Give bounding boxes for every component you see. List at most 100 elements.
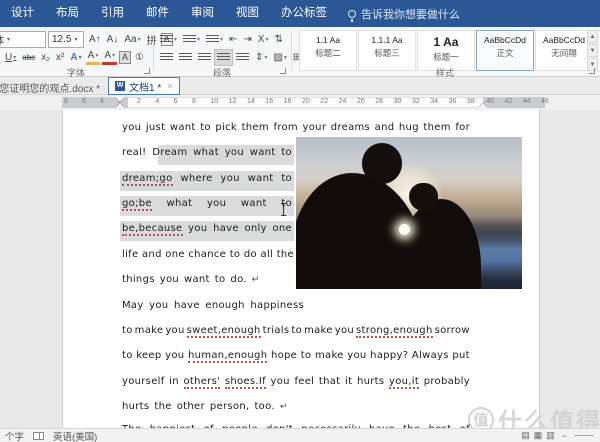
ribbon-tab[interactable]: 引用 — [90, 0, 135, 27]
styles-dialog-launcher[interactable] — [589, 68, 595, 74]
asian-layout-icon[interactable]: X▾ — [256, 32, 271, 47]
text-line[interactable]: be,becauseyouhaveonlyone — [122, 223, 292, 237]
horizontal-ruler[interactable]: 8642246810121416182022242628303234363840… — [0, 95, 600, 110]
close-icon[interactable]: × — [167, 81, 172, 91]
word: to — [122, 325, 133, 336]
style-item-标题一[interactable]: 1 Aa标题一 — [417, 30, 475, 71]
text-line[interactable]: tokeepyouhuman,enoughhopetomakeyouhappy?… — [122, 350, 470, 364]
enclose-characters-icon[interactable]: ① — [133, 50, 146, 65]
style-gallery-down-icon[interactable]: ▼ — [587, 44, 598, 57]
text-line[interactable]: lifeandonechancetodoallthe — [122, 249, 294, 263]
word: to — [215, 274, 226, 285]
text-line[interactable]: thingsyouwanttodo.↵ — [122, 274, 292, 288]
ribbon-tab[interactable]: 视图 — [225, 0, 270, 27]
font-color-icon[interactable]: A▾ — [102, 50, 117, 65]
word: want — [170, 122, 196, 133]
shading-icon[interactable]: ▨▾ — [271, 50, 288, 65]
shrink-font-icon[interactable]: A↓ — [105, 32, 121, 47]
word: have — [174, 300, 200, 311]
ruler-number: 14 — [247, 98, 255, 105]
zoom-slider[interactable] — [574, 435, 594, 436]
word: Always — [412, 350, 449, 361]
ribbon: 校体▾ 12.5▾ A↑A↓Aa▾拼A U▾abcx₂x²A▾A▾A▾A① 字体… — [0, 27, 600, 77]
bullets-icon[interactable]: ▾ — [158, 32, 179, 47]
language-label[interactable]: 英语(美国) — [53, 429, 97, 442]
style-item-标题三[interactable]: 1.1.1 Aa标题三 — [358, 30, 416, 71]
word: trials — [263, 325, 290, 336]
ruler-number: 34 — [430, 98, 438, 105]
paragraph-mark: ↵ — [280, 402, 288, 412]
change-case-icon[interactable]: Aa▾ — [122, 32, 142, 47]
word-doc-icon: W — [115, 81, 125, 91]
highlight-color-icon[interactable]: A▾ — [86, 50, 101, 65]
hanging-indent-marker[interactable] — [116, 103, 124, 108]
align-center-icon[interactable] — [177, 50, 194, 65]
strikethrough-icon[interactable]: abc — [20, 50, 37, 65]
document-image[interactable] — [296, 137, 522, 289]
style-gallery-up-icon[interactable]: ▲ — [587, 30, 598, 43]
line-spacing-icon[interactable]: ⇕▾ — [253, 50, 269, 65]
ruler-number: 4 — [100, 98, 104, 105]
align-left-icon — [160, 53, 173, 62]
document-tab-active[interactable]: W 文档1 * × — [108, 77, 180, 95]
ribbon-tab[interactable]: 设计 — [0, 0, 45, 27]
increase-indent-icon[interactable]: ⇥ — [241, 32, 253, 47]
text-line[interactable]: hurtstheotherperson,too.↵ — [122, 401, 470, 415]
paragraph-row1: ▾▾▾⇤⇥X▾⇅ — [157, 31, 286, 47]
subscript-icon[interactable]: x₂ — [39, 50, 52, 65]
paragraph-dialog-launcher[interactable] — [280, 68, 286, 74]
text-line[interactable]: go;bewhatyouwantto — [122, 198, 292, 212]
distributed-icon[interactable] — [234, 50, 251, 65]
sort-icon[interactable]: ⇅ — [273, 32, 285, 47]
style-item-标题二[interactable]: 1.1 Aa标题二 — [299, 30, 357, 71]
ribbon-tab[interactable]: 审阅 — [180, 0, 225, 27]
multilevel-list-icon[interactable]: ▾ — [204, 32, 225, 47]
document-tab-inactive[interactable]: 法帮助您证明您的观点.docx * — [0, 78, 104, 95]
align-left-icon[interactable] — [158, 50, 175, 65]
text-line[interactable]: tomakeyousweet,enoughtrialstomakeyoustro… — [122, 325, 470, 339]
decrease-indent-icon[interactable]: ⇤ — [227, 32, 239, 47]
grow-font-icon[interactable]: A↑ — [87, 32, 103, 47]
ruler-number: 46 — [541, 98, 549, 105]
ribbon-tab[interactable]: 邮件 — [135, 0, 180, 27]
numbering-icon[interactable]: ▾ — [181, 32, 202, 47]
word: things — [122, 274, 155, 285]
view-mode-icon[interactable]: ▤ — [521, 430, 530, 440]
view-controls: ▤ ▦▥ − — [517, 430, 594, 441]
proofing-book-icon[interactable] — [33, 432, 44, 440]
misspelled-word: strong,enough — [356, 325, 433, 338]
word: want — [250, 147, 276, 158]
ruler-number: 32 — [412, 98, 420, 105]
view-mode-icon[interactable]: ▥ — [546, 430, 555, 440]
tell-me-box[interactable]: 告诉我你想要做什么 — [348, 6, 460, 22]
word: feel — [294, 376, 314, 387]
text-line[interactable]: Mayyouhaveenoughhappiness — [122, 300, 304, 314]
superscript-icon[interactable]: x² — [54, 50, 66, 65]
right-indent-marker[interactable] — [479, 103, 487, 108]
style-item-无间隔[interactable]: AaBbCcDd无间隔 — [535, 30, 593, 71]
text-effects-icon[interactable]: A▾ — [68, 50, 83, 65]
underline-icon[interactable]: U▾ — [3, 50, 18, 65]
misspelled-word: dream;go — [122, 173, 173, 186]
word: them — [423, 122, 450, 133]
ruler-number: 8 — [64, 98, 68, 105]
font-dialog-launcher[interactable] — [144, 68, 150, 74]
word: you — [165, 325, 184, 336]
text-line[interactable]: yourselfinothers'shoes.Ifyoufeelthatithu… — [122, 376, 470, 390]
character-shading-icon[interactable]: A — [119, 51, 131, 64]
ribbon-tab[interactable]: 办公标签 — [270, 0, 338, 27]
text-line[interactable]: dream;gowhereyouwantto — [122, 173, 292, 187]
justify-icon[interactable] — [215, 50, 232, 65]
word-count-label[interactable]: 个字 — [5, 429, 24, 442]
text-line[interactable]: real!Dreamwhatyouwantto — [122, 147, 292, 161]
align-right-icon[interactable] — [196, 50, 213, 65]
style-item-正文[interactable]: AaBbCcDd正文 — [476, 30, 534, 71]
view-mode-icon[interactable]: ▦ — [534, 430, 543, 440]
font-name-box[interactable]: 校体▾ — [0, 31, 46, 48]
ribbon-tab[interactable]: 布局 — [45, 0, 90, 27]
text-line[interactable]: youjustwanttopickthemfromyourdreamsandhu… — [122, 122, 470, 136]
word: you — [207, 198, 226, 209]
font-size-box[interactable]: 12.5▾ — [48, 31, 84, 48]
zoom-out-icon[interactable]: − — [562, 431, 567, 441]
first-line-indent-marker[interactable] — [116, 97, 124, 102]
